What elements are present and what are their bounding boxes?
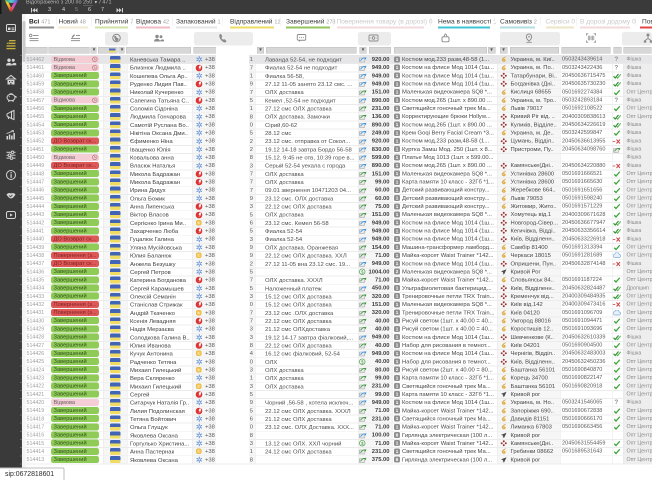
svg-text:$: $ [361, 359, 364, 364]
svg-text:lc: lc [198, 221, 201, 225]
svg-text:lc: lc [198, 352, 201, 356]
svg-text:lc: lc [198, 254, 201, 258]
svg-text:lc: lc [198, 368, 201, 372]
svg-text:$: $ [361, 269, 364, 274]
svg-text:lc: lc [198, 311, 201, 315]
svg-text:lc: lc [198, 384, 201, 388]
svg-text:lc: lc [198, 450, 201, 454]
svg-text:$: $ [361, 441, 364, 446]
